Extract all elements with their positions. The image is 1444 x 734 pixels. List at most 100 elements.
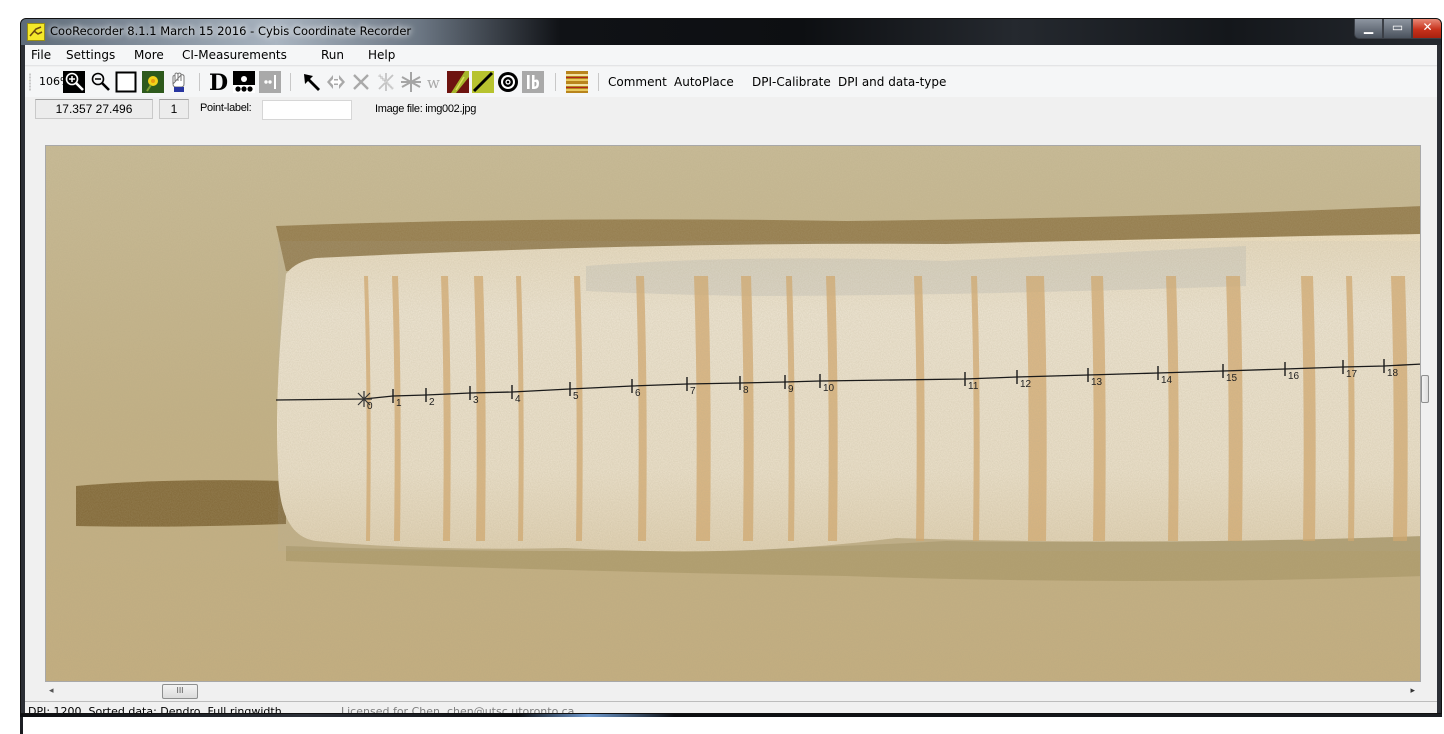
point-label: 12: [1020, 379, 1032, 390]
app-window: CooRecorder 8.1.1 March 15 2016 - Cybis …: [20, 18, 1442, 714]
info-bar: 17.357 27.496 1 Point-label: Image file:…: [25, 98, 1437, 122]
toolbar-separator: [598, 73, 599, 91]
dots-gap-button[interactable]: [259, 71, 281, 93]
point-label: 11: [968, 381, 979, 392]
status-bar: DPI: 1200, Sorted data: Dendro, Full rin…: [25, 701, 1437, 714]
coordinate-readout: 17.357 27.496: [35, 99, 153, 119]
title-bar[interactable]: CooRecorder 8.1.1 March 15 2016 - Cybis …: [21, 19, 1441, 45]
w-button[interactable]: w: [425, 71, 447, 93]
toolbar-grip[interactable]: [29, 73, 31, 91]
point-label: 14: [1161, 375, 1173, 386]
horizontal-scroll-thumb[interactable]: III: [162, 684, 198, 699]
zoom-in-button[interactable]: [63, 71, 85, 93]
menu-help[interactable]: Help: [368, 48, 395, 62]
asterisk-icon: [401, 72, 421, 92]
status-data-info: DPI: 1200, Sorted data: Dendro, Full rin…: [28, 705, 282, 714]
target-button[interactable]: [497, 71, 519, 93]
select-pointer-button[interactable]: [301, 71, 323, 93]
status-license: Licensed for Chen, chen@utsc.utoronto.ca: [341, 705, 575, 714]
menu-file[interactable]: File: [31, 48, 51, 62]
lb-button[interactable]: [522, 71, 544, 93]
scroll-right-arrow[interactable]: ▸: [1410, 686, 1415, 696]
menu-more[interactable]: More: [134, 48, 164, 62]
minimize-button[interactable]: ▁: [1354, 19, 1383, 39]
point-label: 1: [396, 398, 402, 409]
asterisk-button[interactable]: [400, 71, 422, 93]
desktop-edge: [0, 0, 23, 734]
point-label: 6: [635, 388, 641, 399]
ring-image-button[interactable]: [566, 71, 588, 93]
wood-color-icon: [447, 71, 469, 93]
arrow-pointer-icon: [304, 74, 320, 91]
target-icon: [498, 72, 518, 92]
image-viewport[interactable]: 0 1 2 3 4 5 6 7 8 9 10 11 12 13 14 15 16 17 18: [45, 145, 1421, 682]
close-icon: ✕: [1422, 20, 1433, 34]
menu-settings[interactable]: Settings: [66, 48, 115, 62]
dendro-button[interactable]: D: [208, 71, 230, 93]
comment-button[interactable]: Comment: [608, 75, 667, 89]
point-label-input[interactable]: [262, 100, 352, 120]
core-texture: [278, 241, 1420, 551]
point-label: 17: [1346, 369, 1358, 380]
toolbar-separator: [290, 73, 291, 91]
menu-ci-measurements[interactable]: CI-Measurements: [182, 48, 287, 62]
point-label: 15: [1226, 373, 1238, 384]
horizontal-scrollbar[interactable]: ◂ III ▸: [45, 683, 1421, 700]
dots-gap-icon: [259, 71, 281, 93]
horizontal-move-button[interactable]: [325, 71, 347, 93]
flower-image-icon: [142, 71, 164, 93]
lb-icon: [522, 71, 544, 93]
menu-bar: File Settings More CI-Measurements Run H…: [25, 45, 1437, 66]
pan-button[interactable]: [168, 71, 190, 93]
svg-text:w: w: [427, 74, 440, 92]
zoom-in-icon: [63, 71, 85, 93]
d-dendro-icon: D: [209, 71, 228, 93]
wood-color-button[interactable]: [447, 71, 469, 93]
fit-window-button[interactable]: [115, 71, 137, 93]
image-file-name: Image file: img002.jpg: [375, 103, 477, 115]
point-label: 2: [429, 397, 435, 408]
taskbar-edge: [20, 714, 1442, 717]
svg-text:D: D: [209, 71, 228, 93]
line-draw-icon: [472, 71, 494, 93]
maximize-button[interactable]: ▭: [1383, 19, 1412, 39]
w-icon: w: [427, 74, 440, 92]
point-label: 7: [690, 386, 696, 397]
point-label: 5: [573, 391, 579, 402]
line-draw-button[interactable]: [472, 71, 494, 93]
dots-pattern-icon: [233, 71, 255, 93]
delete-point-button[interactable]: [350, 71, 372, 93]
vertical-scroll-thumb[interactable]: [1421, 375, 1429, 403]
dpi-calibrate-button[interactable]: DPI-Calibrate: [752, 75, 831, 89]
dpi-data-type-button[interactable]: DPI and data-type: [838, 75, 946, 89]
close-button[interactable]: ✕: [1412, 19, 1441, 39]
point-label-caption: Point-label:: [200, 102, 252, 114]
point-label: 16: [1288, 371, 1300, 382]
menu-run[interactable]: Run: [321, 48, 344, 62]
autoplace-button[interactable]: AutoPlace: [674, 75, 734, 89]
zoom-out-button[interactable]: [89, 71, 111, 93]
point-label: 13: [1091, 377, 1103, 388]
point-label: 10: [823, 383, 835, 394]
toolbar: 106% D w Comment AutoPlace DPI-Calibrate…: [25, 67, 1437, 97]
point-label: 8: [743, 385, 749, 396]
point-label: 4: [515, 394, 521, 405]
horizontal-resize-icon: [327, 75, 345, 89]
scroll-left-arrow[interactable]: ◂: [49, 686, 54, 696]
point-label: 0: [367, 401, 373, 412]
cross-multi-icon: [377, 73, 395, 91]
fit-window-icon: [115, 71, 137, 93]
coorecorder-app-icon[interactable]: [27, 23, 45, 41]
multi-delete-button[interactable]: [375, 71, 397, 93]
toolbar-separator: [199, 73, 200, 91]
client-area: File Settings More CI-Measurements Run H…: [25, 45, 1437, 713]
image-view-button[interactable]: [142, 71, 164, 93]
minimize-icon: ▁: [1363, 20, 1374, 34]
dots-pattern-button[interactable]: [233, 71, 255, 93]
point-count: 1: [159, 99, 189, 119]
point-label: 3: [473, 395, 479, 406]
maximize-icon: ▭: [1391, 20, 1404, 34]
cross-delete-icon: [353, 74, 369, 90]
toolbar-separator: [555, 73, 556, 91]
ring-image-icon: [566, 71, 588, 93]
